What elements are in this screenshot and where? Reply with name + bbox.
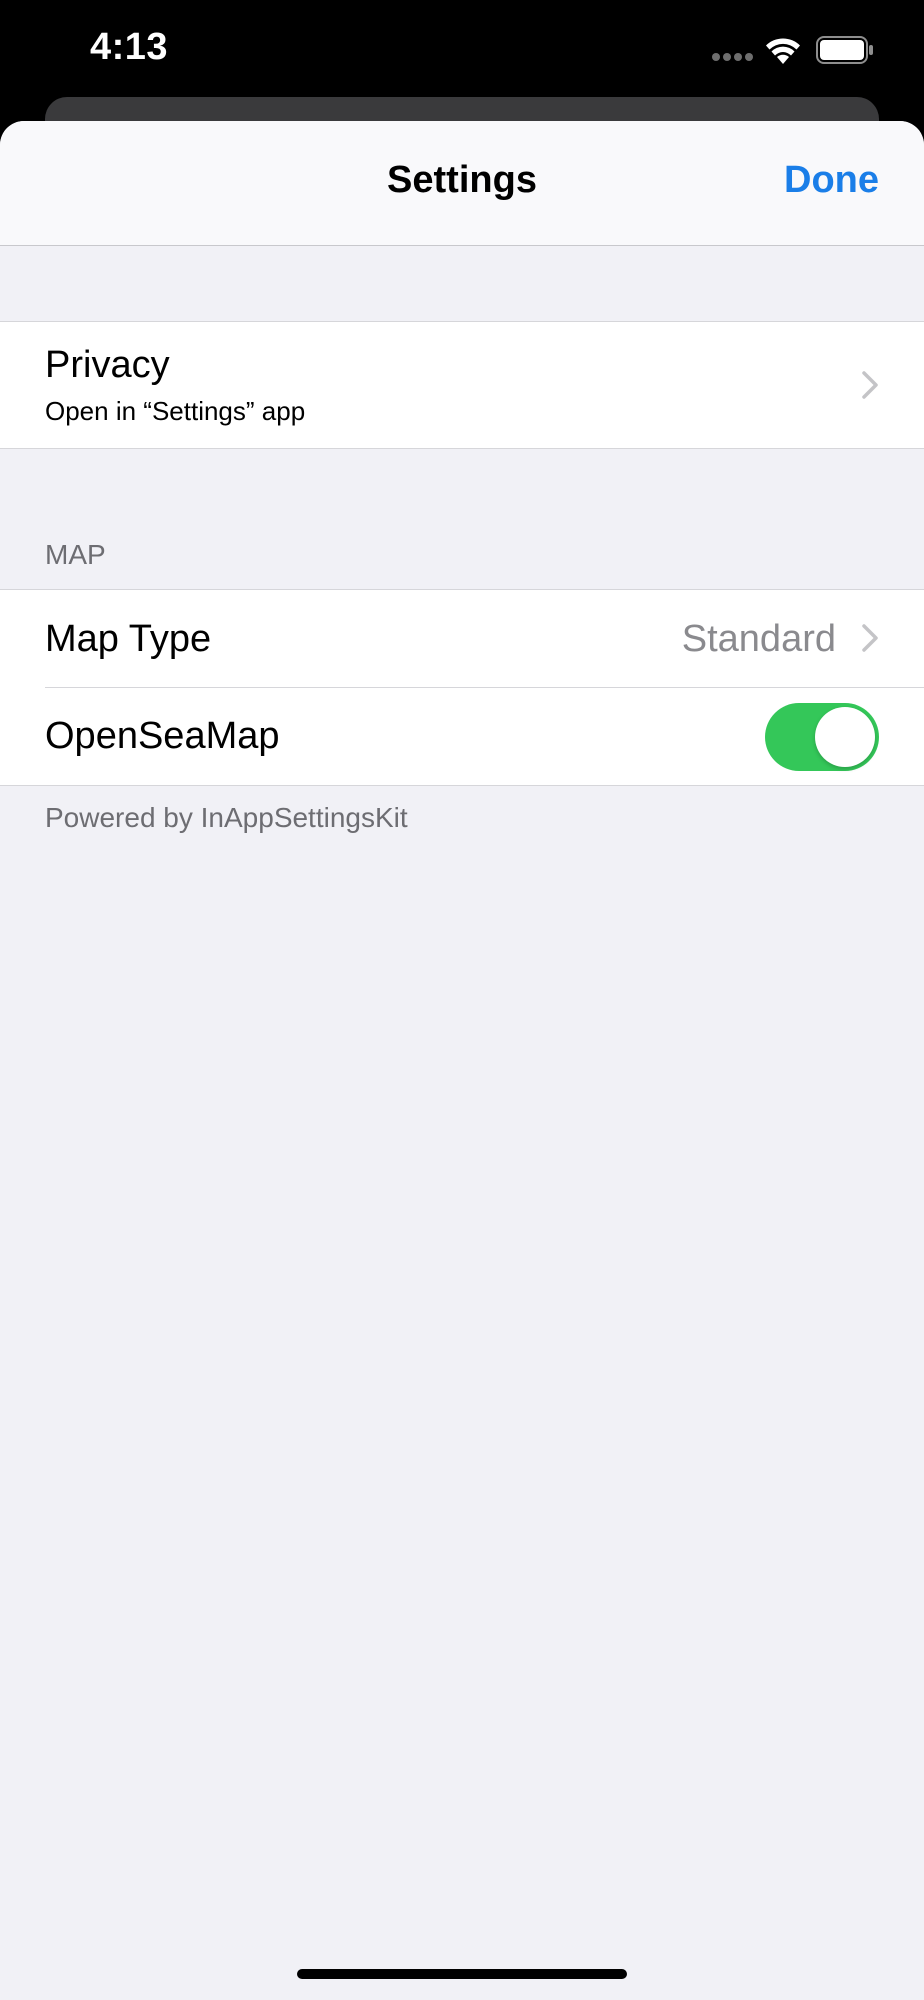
map-type-row[interactable]: Map Type Standard	[0, 590, 924, 687]
privacy-group: Privacy Open in “Settings” app	[0, 321, 924, 449]
map-type-value: Standard	[681, 618, 836, 660]
status-bar: 4:13	[0, 0, 924, 100]
privacy-title: Privacy	[45, 344, 170, 386]
map-section-header: MAP	[45, 539, 106, 570]
toggle-knob	[815, 707, 875, 767]
map-group: Map Type Standard OpenSeaMap	[0, 589, 924, 786]
cellular-signal-icon	[712, 53, 754, 63]
screen: 4:13 Settings Done Privacy Open in “Sett…	[0, 0, 924, 2000]
navigation-bar: Settings Done	[0, 121, 924, 246]
settings-sheet: Settings Done Privacy Open in “Settings”…	[0, 121, 924, 2000]
battery-icon	[816, 36, 873, 64]
status-time: 4:13	[90, 26, 169, 68]
footer-text: Powered by InAppSettingsKit	[45, 802, 408, 833]
map-type-label: Map Type	[45, 618, 212, 660]
privacy-subtitle: Open in “Settings” app	[45, 396, 306, 426]
chevron-right-icon	[862, 371, 878, 399]
chevron-right-icon	[862, 624, 878, 652]
privacy-row[interactable]: Privacy Open in “Settings” app	[0, 322, 924, 448]
opensea-toggle[interactable]	[765, 703, 879, 771]
opensea-label: OpenSeaMap	[45, 715, 280, 757]
opensea-row: OpenSeaMap	[0, 688, 924, 785]
wifi-icon	[766, 38, 800, 64]
home-indicator	[297, 1969, 627, 1979]
done-button[interactable]: Done	[784, 159, 879, 202]
